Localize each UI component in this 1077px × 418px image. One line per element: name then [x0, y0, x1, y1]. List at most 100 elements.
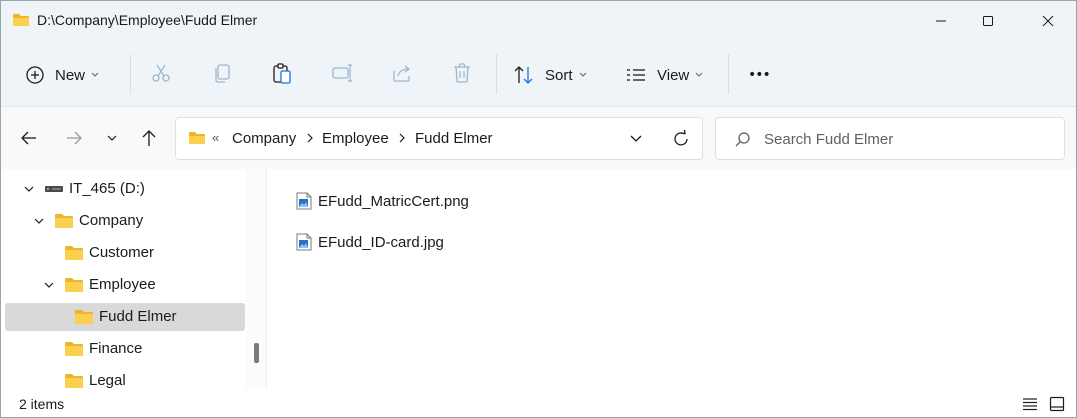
file-name: EFudd_ID-card.jpg: [318, 233, 444, 251]
folder-icon: [12, 12, 30, 31]
navigation-bar: « Company Employee Fudd Elmer: [1, 107, 1076, 169]
file-list: EFudd_MatricCert.png EFudd_ID-card.jpg: [268, 169, 1076, 389]
tiles-view-button[interactable]: [1047, 394, 1067, 414]
copy-icon: [215, 64, 230, 83]
paste-icon: [273, 63, 291, 84]
chevron-down-icon: [695, 72, 703, 77]
chevron-down-icon: [107, 135, 117, 141]
view-button[interactable]: View: [625, 55, 703, 95]
delete-button[interactable]: [450, 61, 474, 85]
chevron-down-icon[interactable]: [43, 279, 55, 291]
more-options-button[interactable]: •••: [748, 55, 771, 95]
folder-icon: [65, 342, 83, 356]
file-explorer-window: D:\Company\Employee\Fudd Elmer New Sort …: [0, 0, 1077, 418]
status-bar: 2 items: [1, 389, 1076, 417]
tree-item-legal[interactable]: Legal: [5, 367, 245, 389]
chevron-down-icon: [579, 72, 586, 77]
refresh-icon[interactable]: [671, 129, 691, 149]
breadcrumb-company[interactable]: Company: [232, 130, 296, 147]
file-item[interactable]: EFudd_MatricCert.png: [296, 189, 469, 213]
tree-item-fudd-elmer[interactable]: Fudd Elmer: [5, 303, 245, 331]
tiles-view-icon: [1049, 396, 1065, 412]
tree-item-customer[interactable]: Customer: [5, 239, 245, 267]
chevron-down-icon[interactable]: [629, 132, 643, 146]
tree-item-label: IT_465 (D:): [69, 180, 145, 197]
minimize-button[interactable]: [918, 1, 964, 41]
toolbar-divider: [728, 54, 729, 94]
view-icon: [627, 69, 645, 81]
item-count: 2 items: [19, 396, 65, 412]
file-item[interactable]: EFudd_ID-card.jpg: [296, 230, 444, 254]
drive-icon: [45, 186, 63, 192]
sort-label: Sort: [545, 66, 573, 84]
address-bar[interactable]: « Company Employee Fudd Elmer: [175, 117, 703, 160]
tree-item-label: Legal: [89, 372, 126, 389]
tree-item-label: Company: [79, 212, 144, 229]
maximize-button[interactable]: [965, 1, 1011, 41]
toolbar-divider: [496, 54, 497, 94]
tree-item-finance[interactable]: Finance: [5, 335, 245, 363]
rename-icon: [332, 64, 352, 82]
folder-icon: [65, 278, 83, 292]
tree-item-label: Finance: [89, 340, 143, 357]
breadcrumb-fudd-elmer[interactable]: Fudd Elmer: [415, 130, 493, 147]
search-box[interactable]: [715, 117, 1065, 160]
file-name: EFudd_MatricCert.png: [318, 192, 469, 210]
chevron-down-icon[interactable]: [23, 183, 35, 195]
more-icon: •••: [748, 67, 771, 83]
forward-button[interactable]: [63, 127, 85, 149]
window-title: D:\Company\Employee\Fudd Elmer: [37, 12, 258, 28]
arrow-right-icon: [67, 131, 82, 145]
close-button[interactable]: [1025, 1, 1071, 41]
sort-button[interactable]: Sort: [513, 55, 587, 95]
up-button[interactable]: [138, 127, 160, 149]
tree-item-company[interactable]: Company: [5, 207, 245, 235]
cut-icon: [152, 64, 170, 82]
image-file-icon: [296, 233, 312, 251]
tree-item-employee[interactable]: Employee: [5, 271, 245, 299]
toolbar-divider: [130, 54, 131, 94]
folder-icon: [65, 374, 83, 388]
details-view-icon: [1023, 398, 1037, 411]
back-button[interactable]: [18, 127, 40, 149]
tree-item-label: Employee: [89, 276, 156, 293]
scrollbar-thumb[interactable]: [254, 343, 259, 363]
search-input[interactable]: [764, 127, 1054, 151]
arrow-left-icon: [21, 131, 36, 145]
folder-icon: [65, 246, 83, 260]
new-label: New: [55, 66, 86, 84]
tree-item-drive[interactable]: IT_465 (D:): [5, 175, 245, 203]
copy-button[interactable]: [210, 61, 234, 85]
folder-icon: [75, 310, 93, 324]
close-icon: [1042, 15, 1054, 27]
chevron-right-icon[interactable]: [306, 132, 314, 144]
tree-item-label: Fudd Elmer: [99, 308, 177, 325]
title-bar[interactable]: D:\Company\Employee\Fudd Elmer: [1, 1, 1076, 41]
recent-locations-button[interactable]: [101, 127, 123, 149]
plus-circle-icon: [26, 66, 44, 84]
new-button[interactable]: New: [25, 55, 99, 95]
address-overflow-button[interactable]: «: [212, 130, 219, 145]
search-icon: [735, 132, 750, 147]
chevron-right-icon[interactable]: [398, 132, 406, 144]
cut-button[interactable]: [149, 61, 173, 85]
breadcrumb-employee[interactable]: Employee: [322, 130, 389, 147]
maximize-icon: [983, 16, 993, 26]
paste-button[interactable]: [270, 61, 294, 85]
navigation-pane: IT_465 (D:) Company Customer Employee Fu…: [1, 169, 267, 389]
chevron-down-icon[interactable]: [33, 215, 45, 227]
rename-button[interactable]: [330, 61, 354, 85]
share-icon: [393, 65, 411, 82]
command-bar: New Sort View •••: [1, 41, 1076, 107]
details-view-button[interactable]: [1020, 394, 1040, 414]
delete-icon: [454, 63, 470, 83]
sidebar-scrollbar[interactable]: [246, 169, 266, 389]
folder-icon: [55, 214, 73, 228]
chevron-down-icon: [91, 72, 99, 77]
sort-icon: [514, 66, 533, 84]
folder-icon: [188, 131, 206, 149]
image-file-icon: [296, 192, 312, 210]
minimize-icon: [936, 20, 946, 22]
share-button[interactable]: [390, 61, 414, 85]
arrow-up-icon: [142, 130, 156, 146]
